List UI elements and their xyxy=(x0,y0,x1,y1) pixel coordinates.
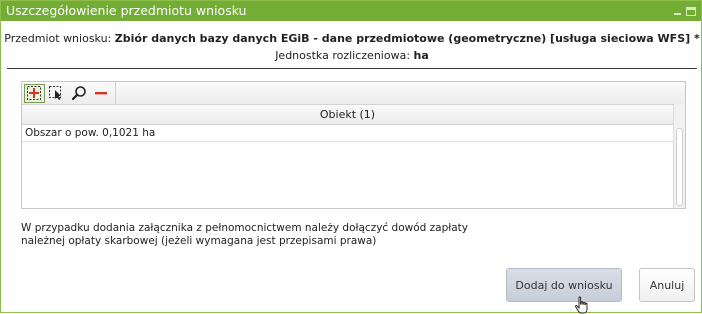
subject-info: Przedmiot wniosku: Zbiór danych bazy dan… xyxy=(1,31,702,64)
select-area-icon xyxy=(49,86,61,100)
vertical-scrollbar[interactable] xyxy=(673,104,685,208)
column-header-object[interactable]: Obiekt (1) xyxy=(22,105,673,125)
objects-grid: Obiekt (1) Obszar o pow. 0,1021 ha xyxy=(21,81,686,209)
select-area-button[interactable] xyxy=(46,84,67,103)
dialog-titlebar[interactable]: Uszczegółowienie przedmiotu wniosku xyxy=(1,1,701,21)
scrollbar-thumb[interactable] xyxy=(676,128,683,206)
subject-row: Przedmiot wniosku: Zbiór danych bazy dan… xyxy=(1,31,702,47)
zoom-button[interactable] xyxy=(68,84,89,103)
cancel-button[interactable]: Anuluj xyxy=(639,268,695,302)
add-to-application-button[interactable]: Dodaj do wniosku xyxy=(506,268,622,302)
table-row[interactable]: Obszar o pow. 0,1021 ha xyxy=(22,125,673,142)
grid-body: Obszar o pow. 0,1021 ha xyxy=(22,104,685,208)
window-controls xyxy=(672,1,696,21)
remove-button[interactable] xyxy=(90,84,111,103)
payment-note-line2: należnej opłaty skarbowej (jeżeli wymaga… xyxy=(21,235,377,247)
dialog-title: Uszczegółowienie przedmiotu wniosku xyxy=(6,3,247,18)
divider xyxy=(7,68,697,69)
payment-note: W przypadku dodania załącznika z pełnomo… xyxy=(21,222,481,248)
maximize-icon[interactable] xyxy=(686,7,696,16)
add-area-icon xyxy=(27,86,41,100)
payment-note-line1: W przypadku dodania załącznika z pełnomo… xyxy=(21,222,469,234)
grid-toolbar xyxy=(22,82,685,105)
unit-value: ha xyxy=(413,49,429,62)
unit-row: Jednostka rozliczeniowa: ha xyxy=(1,48,702,64)
minimize-icon[interactable] xyxy=(672,6,683,17)
dialog-window: Uszczegółowienie przedmiotu wniosku Prze… xyxy=(0,0,702,314)
remove-icon xyxy=(94,92,107,95)
hand-cursor-icon xyxy=(575,296,588,314)
unit-label: Jednostka rozliczeniowa: xyxy=(275,49,411,62)
add-area-button[interactable] xyxy=(24,83,45,103)
zoom-icon xyxy=(71,86,86,101)
subject-value: Zbiór danych bazy danych EGiB - dane prz… xyxy=(114,32,700,45)
toolbar-separator xyxy=(115,82,116,104)
subject-label: Przedmiot wniosku: xyxy=(4,32,112,45)
